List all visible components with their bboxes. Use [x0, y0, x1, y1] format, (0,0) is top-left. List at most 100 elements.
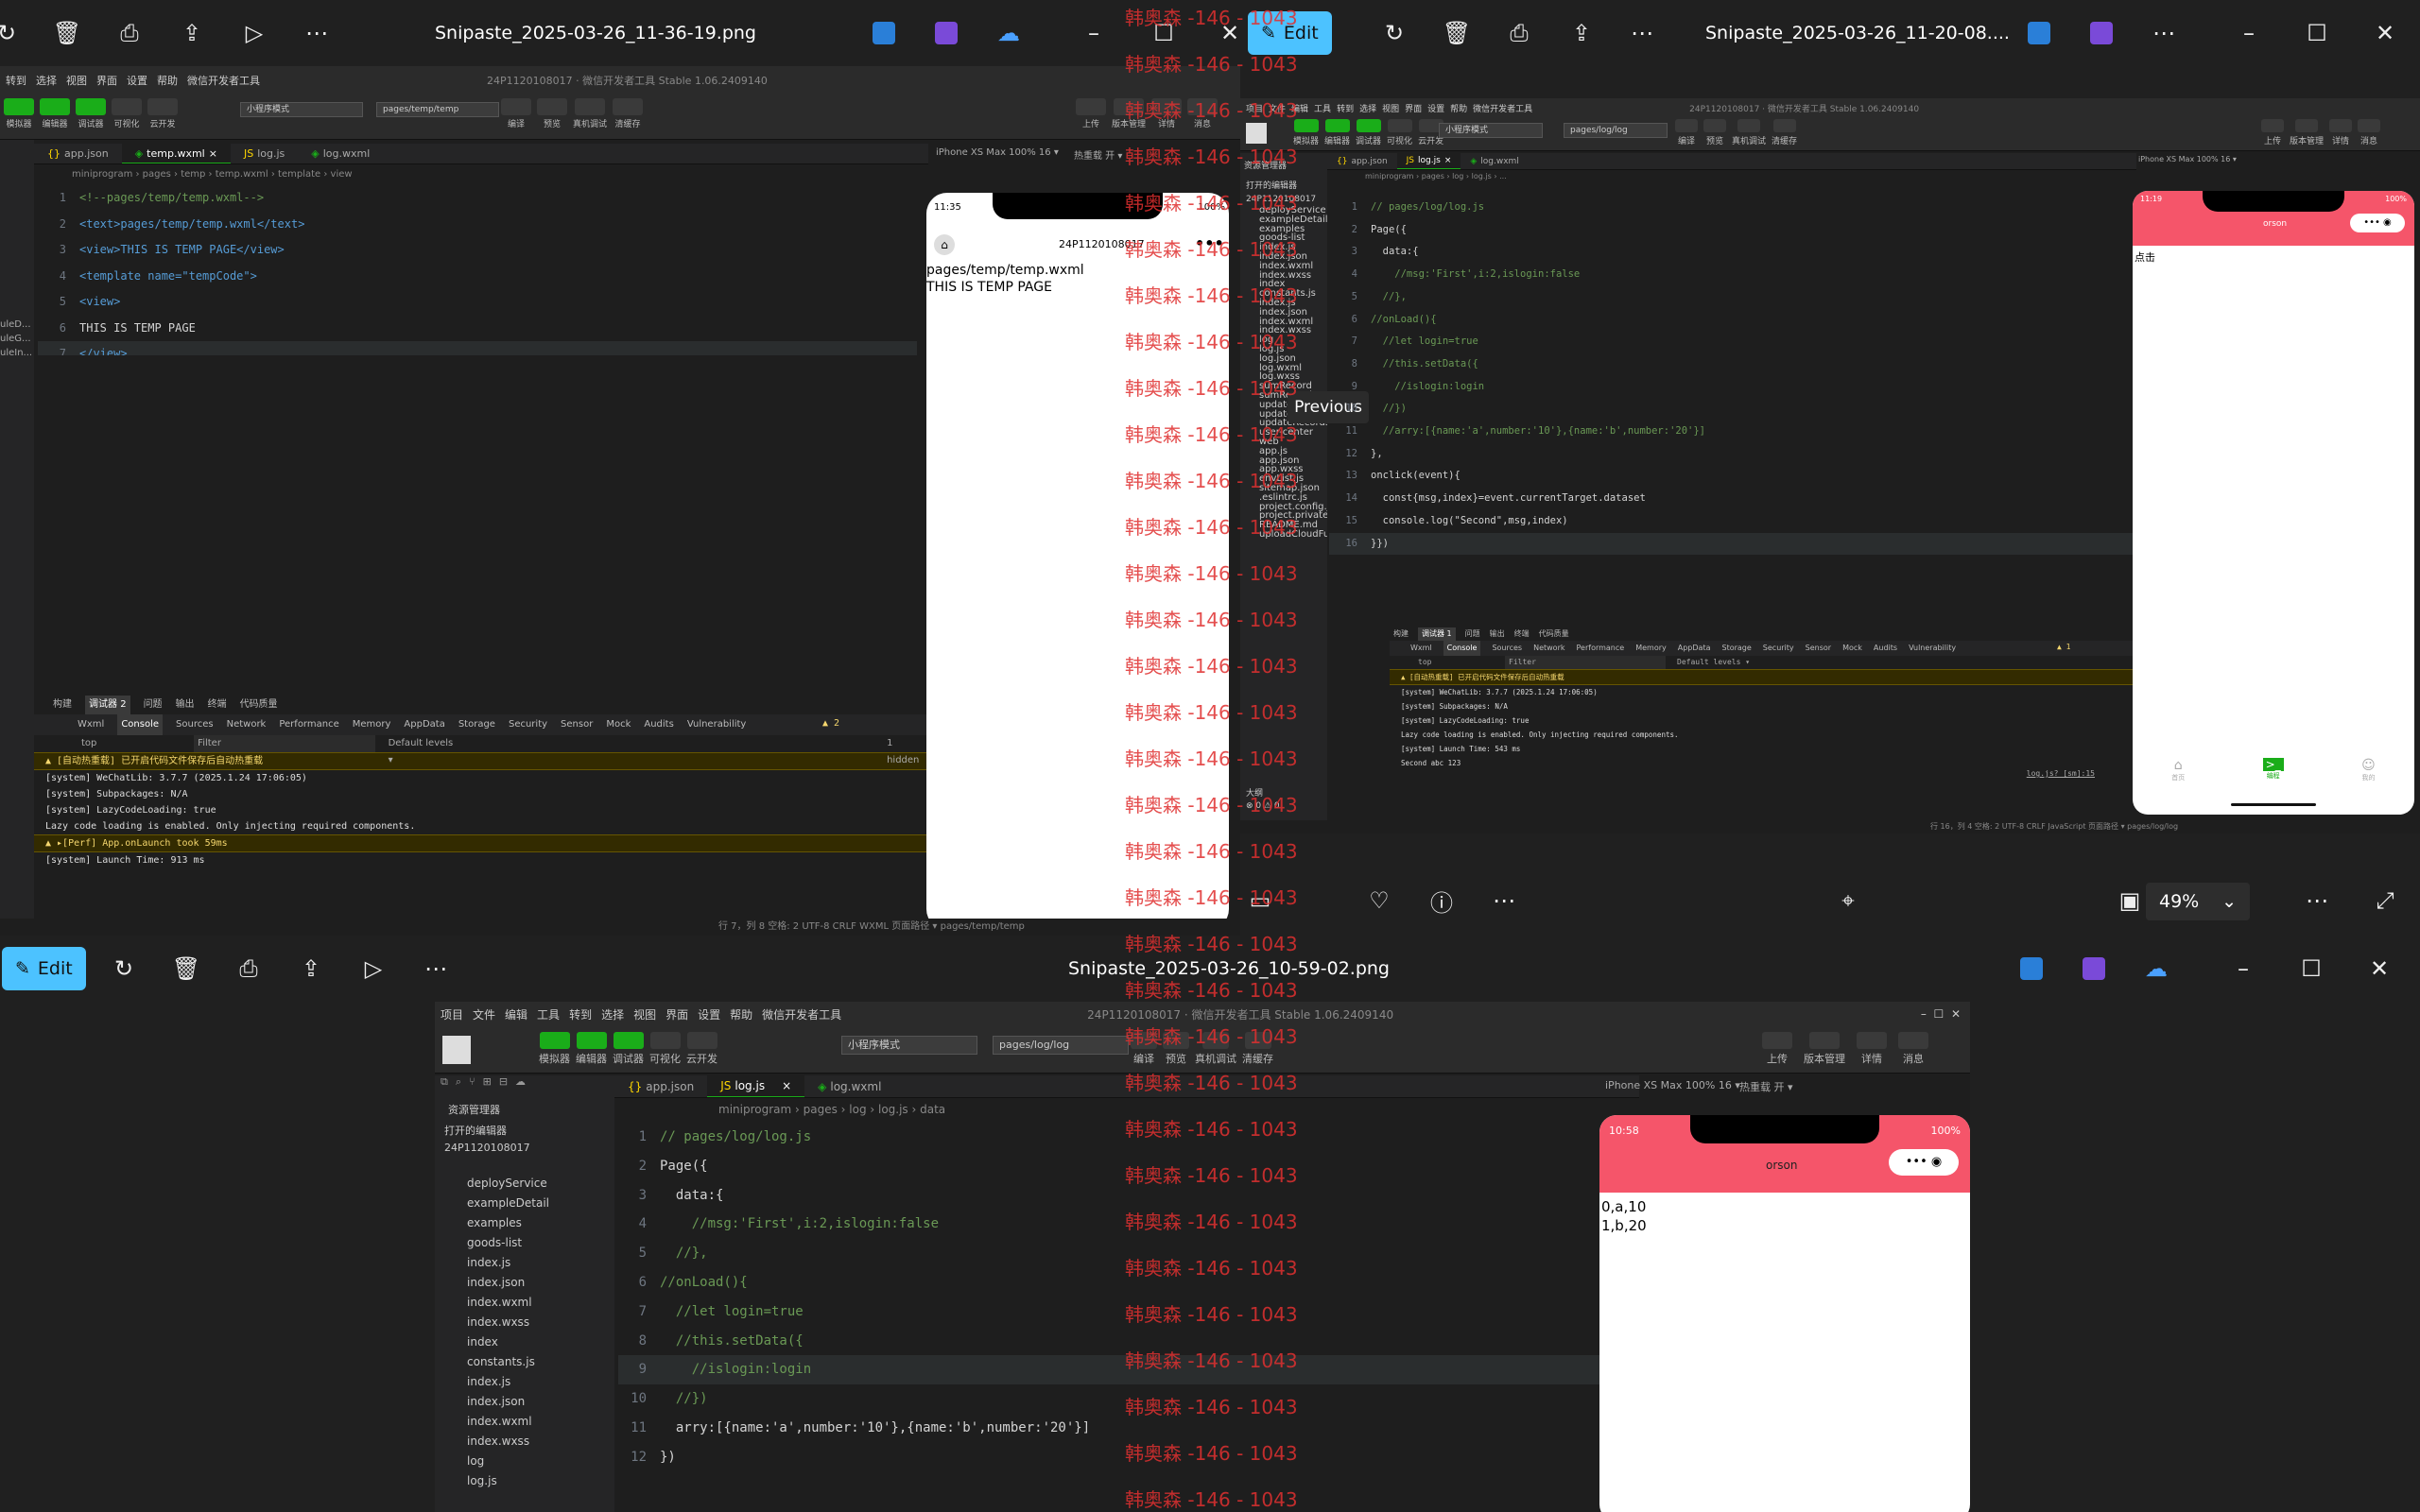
menu-item[interactable]: 界面 [666, 1006, 688, 1022]
devtools-tab-performance[interactable]: Performance [1577, 641, 1625, 656]
filter-input[interactable]: Filter [194, 735, 375, 752]
maximize-icon[interactable]: ☐ [2297, 13, 2337, 53]
code-line[interactable]: 6 THIS IS TEMP PAGE [38, 316, 917, 342]
mode-select[interactable]: 小程序模式 [1439, 123, 1543, 138]
page-select[interactable]: pages/log/log [993, 1036, 1129, 1055]
more-icon[interactable]: ⋯ [297, 13, 337, 53]
tree-item[interactable]: index.wxss [467, 1313, 614, 1332]
tree-item[interactable]: index.js [467, 1372, 614, 1392]
menu-item[interactable]: 界面 [96, 73, 117, 88]
code-line[interactable]: 6//onLoad(){ [1329, 309, 2133, 332]
hotreload-toggle[interactable]: 热重载 开 ▾ [1074, 147, 1122, 162]
tree-item[interactable]: examples [467, 1213, 614, 1233]
devtools-tab-performance[interactable]: Performance [279, 714, 338, 735]
debugger-button[interactable]: 调试器 [1356, 119, 1381, 146]
edit-button[interactable]: ✎ Edit [2, 947, 86, 990]
print-icon[interactable]: ⎙ [110, 13, 149, 53]
clear-cache-button[interactable]: 清缓存 [613, 98, 644, 129]
more-icon[interactable]: ⋯ [1484, 881, 1524, 920]
capsule-more-icon[interactable]: ••• ◉ [2350, 214, 2405, 232]
edit-button[interactable]: ✎ Edit [1248, 11, 1332, 55]
code-line[interactable]: 16}}) [1329, 532, 2133, 556]
code-line[interactable]: 12}) [618, 1443, 1639, 1472]
close-icon[interactable]: ✕ [1210, 13, 1240, 53]
compile-button[interactable]: 编译 [1131, 1032, 1157, 1066]
more-icon[interactable]: ⋯ [1622, 13, 1662, 53]
slideshow-icon[interactable]: ▷ [234, 13, 274, 53]
code-line[interactable]: 11 //arry:[{name:'a',number:'10'},{name:… [1329, 421, 2133, 443]
devtools-tab-console[interactable]: Console [1443, 641, 1481, 656]
info-icon[interactable]: ⓘ [1422, 881, 1461, 920]
filmstrip-icon[interactable]: ▭ [1240, 881, 1280, 920]
editor-button[interactable]: 编辑器 [1324, 119, 1350, 146]
menu-item[interactable]: 选择 [601, 1006, 624, 1022]
preview-button[interactable]: 预览 [537, 98, 567, 129]
code-line[interactable]: 1// pages/log/log.js [618, 1123, 1639, 1152]
menu-item[interactable]: 项目 [1246, 102, 1263, 114]
project-root[interactable]: 24P1120108017 [1240, 193, 1327, 206]
editor-button[interactable]: 编辑器 [40, 98, 70, 129]
tree-item[interactable]: index.js [467, 1253, 614, 1273]
upload-button[interactable]: 上传 [2261, 119, 2284, 146]
messages-button[interactable]: 消息 [1898, 1032, 1928, 1066]
levels-select[interactable]: Default levels ▾ [1677, 656, 1750, 669]
tab-output[interactable]: 输出 [176, 696, 195, 714]
devtools-tab-storage[interactable]: Storage [458, 714, 495, 735]
remote-debug-button[interactable]: 真机调试 [1195, 1032, 1236, 1066]
debugger-button[interactable]: 调试器 [76, 98, 106, 129]
close-icon[interactable]: ✕ [2365, 13, 2405, 53]
tab-terminal[interactable]: 终端 [208, 696, 227, 714]
rotate-icon[interactable]: ↻ [1374, 13, 1414, 53]
tree-item[interactable]: index.wxml [467, 1412, 614, 1432]
code-line[interactable]: 2 Page({ [618, 1152, 1639, 1181]
devtools-tab-wxml[interactable]: Wxml [78, 714, 104, 735]
code-line[interactable]: 3 data:{ [618, 1181, 1639, 1211]
version-button[interactable]: 版本管理 [1804, 1032, 1845, 1066]
tab-issues[interactable]: 问题 [144, 696, 163, 714]
close-tab-icon[interactable]: × [209, 147, 217, 160]
tab-log-js[interactable]: JS log.js × [707, 1075, 805, 1097]
capsule-more-icon[interactable]: ••• ◉ [1889, 1149, 1959, 1176]
maximize-icon[interactable]: ☐ [2291, 949, 2331, 988]
capsule-more-icon[interactable]: ••• [1195, 234, 1224, 252]
devtools-tab-sensor[interactable]: Sensor [1806, 641, 1831, 656]
code-editor[interactable]: 1 <!--pages/temp/temp.wxml--> 2 <text>pages… [38, 185, 917, 355]
compile-button[interactable]: 编译 [501, 98, 531, 129]
minimize-icon[interactable]: – [2229, 13, 2269, 53]
devtools-tab-mock[interactable]: Mock [606, 714, 631, 735]
code-editor[interactable]: 1// pages/log/log.js 2 Page({3 data:{4 //m… [1329, 197, 2133, 650]
sidebar-item[interactable]: uleIn... [0, 348, 34, 358]
open-editors[interactable]: 打开的编辑器 [435, 1121, 614, 1140]
code-line[interactable]: 15 console.log("Second",msg,index) [1329, 510, 2133, 533]
favorite-icon[interactable]: ♡ [1359, 881, 1399, 920]
devtools-tab-wxml[interactable]: Wxml [1410, 641, 1432, 656]
device-select[interactable]: iPhone XS Max 100% 16 ▾ [1605, 1079, 1740, 1091]
devtools-tab-security[interactable]: Security [1763, 641, 1794, 656]
menu-item[interactable]: 微信开发者工具 [187, 73, 260, 88]
project-root[interactable]: 24P1120108017 [435, 1140, 614, 1156]
menu-item[interactable]: 编辑 [505, 1006, 527, 1022]
cloud-dev-button[interactable]: 云开发 [147, 98, 178, 129]
menu-item[interactable]: 转到 [569, 1006, 592, 1022]
tab-log-wxml[interactable]: ◈ log.wxml [1461, 153, 1528, 169]
code-line[interactable]: 8 //this.setData({ [1329, 353, 2133, 376]
tab-log-js[interactable]: JS log.js [231, 144, 298, 163]
menu-item[interactable]: 帮助 [157, 73, 178, 88]
device-select[interactable]: iPhone XS Max 100% 16 ▾ [2138, 155, 2237, 163]
devtools-tab-sources[interactable]: Sources [176, 714, 214, 735]
page-select[interactable]: pages/temp/temp [376, 102, 499, 117]
devtools-tab-memory[interactable]: Memory [1635, 641, 1667, 656]
details-button[interactable]: 详情 [2329, 119, 2353, 146]
upload-button[interactable]: 上传 [1076, 98, 1106, 129]
devtools-tab-sources[interactable]: Sources [1492, 641, 1522, 656]
tab-app-json[interactable]: {} app.json [1327, 153, 1397, 169]
menu-item[interactable]: 项目 [441, 1006, 463, 1022]
menu-item[interactable]: 转到 [1337, 102, 1354, 114]
more-icon[interactable]: ⋯ [416, 949, 456, 988]
code-line[interactable]: 4 <template name="tempCode"> [38, 264, 917, 290]
code-line[interactable]: 3 <view>THIS IS TEMP PAGE</view> [38, 237, 917, 264]
minimize-icon[interactable]: – [2223, 949, 2263, 988]
menu-item[interactable]: 视图 [1382, 102, 1399, 114]
delete-icon[interactable]: 🗑 [47, 13, 87, 53]
tab-build[interactable]: 构建 [53, 696, 72, 714]
